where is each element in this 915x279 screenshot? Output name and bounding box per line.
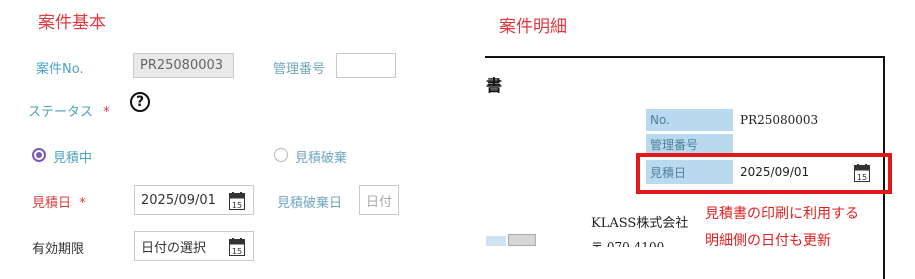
annotation-note-line1: 見積書の印刷に利用する: [705, 206, 859, 222]
estimate-date-label: 見積日 *: [32, 192, 86, 211]
calendar-day-text: 15: [232, 247, 242, 256]
doc-cell-no-value: PR25080003: [740, 113, 819, 127]
section-title-details: 案件明細: [499, 17, 567, 37]
document-title-fragment: 書: [486, 76, 503, 95]
status-label: ステータス *: [28, 101, 110, 120]
section-title-basic: 案件基本: [38, 13, 106, 33]
radio-discarded[interactable]: [274, 148, 288, 162]
doc-cell-no-label: No.: [646, 109, 733, 131]
calendar-icon[interactable]: 15: [229, 192, 245, 210]
estimate-date-label-text: 見積日: [32, 196, 72, 211]
required-mark: *: [79, 196, 86, 211]
annotation-note-line2: 明細側の日付も更新: [705, 233, 831, 249]
doc-address-fragment: 〒 070-4100: [591, 240, 665, 247]
doc-cell-fragment: [508, 234, 536, 246]
doc-company-name: KLASS株式会社: [591, 216, 689, 231]
help-circle-icon[interactable]: ?: [130, 92, 150, 112]
calendar-day-text: 15: [232, 201, 242, 210]
discard-date-input[interactable]: 日付: [359, 185, 399, 215]
valid-until-label: 有効期限: [32, 242, 85, 257]
radio-estimating[interactable]: [32, 148, 46, 162]
highlight-box: [636, 153, 892, 194]
status-label-text: ステータス: [28, 105, 94, 120]
case-no-field: PR25080003: [133, 53, 234, 78]
doc-cell-fragment: [486, 236, 506, 246]
required-mark: *: [103, 105, 110, 120]
management-no-field[interactable]: [336, 53, 396, 78]
calendar-icon[interactable]: 15: [229, 238, 245, 256]
radio-estimating-label: 見積中: [53, 151, 93, 166]
radio-discarded-label: 見積破棄: [295, 151, 348, 166]
management-no-label: 管理番号: [273, 62, 326, 77]
discard-date-label: 見積破棄日: [277, 196, 343, 211]
case-no-label: 案件No.: [36, 62, 84, 77]
doc-cell-management-label: 管理番号: [646, 134, 733, 154]
